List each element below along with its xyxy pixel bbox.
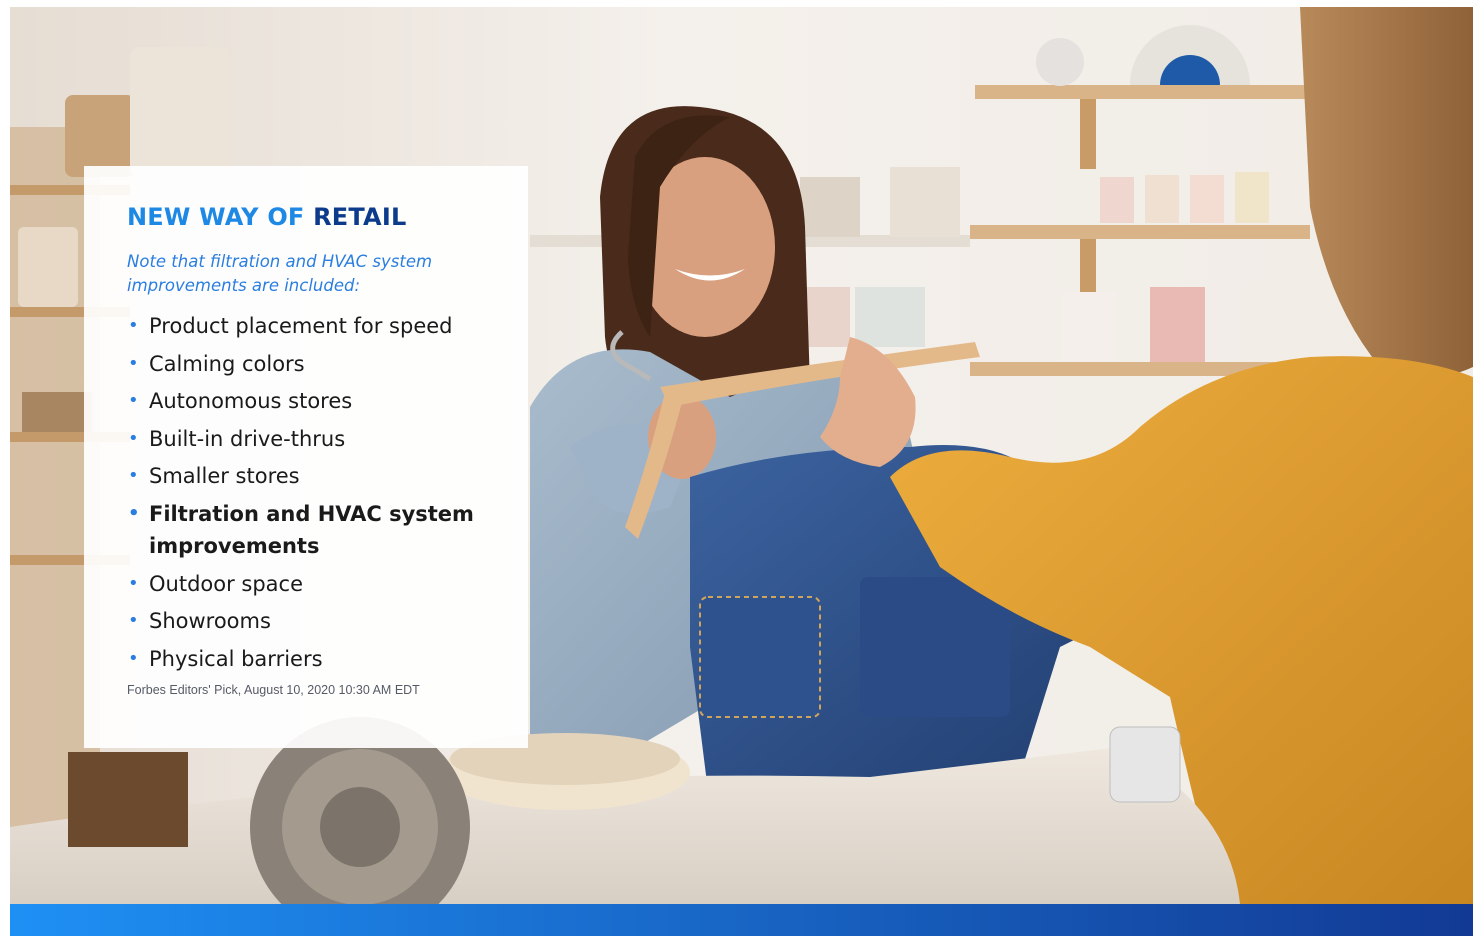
bullet-dot-icon: • <box>128 572 139 594</box>
bullet-text: Product placement for speed <box>149 314 453 338</box>
bullet-text: Outdoor space <box>149 571 304 596</box>
list-item: • Outdoor space <box>127 568 498 600</box>
retail-info-card: NEW WAY OF RETAIL Note that filtration a… <box>84 166 528 748</box>
bullet-dot-icon: • <box>128 352 139 374</box>
list-item: • Smaller stores <box>127 460 498 492</box>
headline-strong: RETAIL <box>313 203 407 231</box>
bullet-dot-icon: • <box>128 502 140 524</box>
bullet-text: Physical barriers <box>149 646 323 671</box>
list-item: • Product placement for speed <box>127 310 498 342</box>
list-item: • Showrooms <box>127 605 498 637</box>
list-item: • Calming colors <box>127 348 498 380</box>
bullet-list: • Product placement for speed • Calming co… <box>127 310 498 675</box>
bullet-text: Filtration and HVAC system improvements <box>149 501 474 558</box>
bullet-dot-icon: • <box>128 647 139 669</box>
bullet-dot-icon: • <box>128 610 139 632</box>
bullet-text: Calming colors <box>149 351 305 376</box>
bullet-dot-icon: • <box>128 315 139 336</box>
list-item: • Autonomous stores <box>127 385 498 417</box>
bottom-accent-bar <box>10 904 1473 936</box>
bullet-text: Autonomous stores <box>149 389 353 414</box>
list-item: • Physical barriers <box>127 643 498 675</box>
list-item: • Built-in drive-thrus <box>127 423 498 455</box>
card-note: Note that filtration and HVAC system imp… <box>127 252 433 295</box>
bullet-dot-icon: • <box>128 390 139 412</box>
bullet-text: Smaller stores <box>149 464 300 489</box>
list-item-emphasized: • Filtration and HVAC system improvements <box>127 498 498 562</box>
card-headline: NEW WAY OF RETAIL <box>127 202 498 232</box>
bullet-dot-icon: • <box>128 465 139 487</box>
headline-lead: NEW WAY OF <box>127 203 314 231</box>
bullet-text: Built-in drive-thrus <box>149 426 346 451</box>
slide-frame: NEW WAY OF RETAIL Note that filtration a… <box>10 7 1473 936</box>
bullet-dot-icon: • <box>128 427 139 449</box>
source-citation: Forbes Editors' Pick, August 10, 2020 10… <box>127 682 420 697</box>
bullet-text: Showrooms <box>149 609 271 634</box>
